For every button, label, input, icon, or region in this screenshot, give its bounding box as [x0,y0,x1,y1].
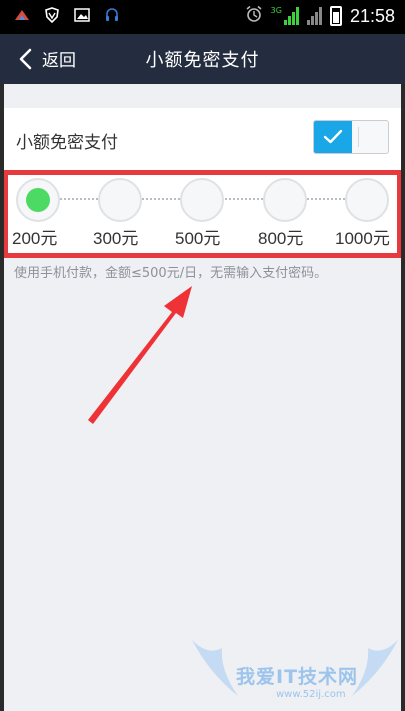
headset-icon [104,7,120,23]
signal-icon [283,7,299,25]
battery-icon [329,6,342,26]
alarm-icon [245,5,263,27]
status-bar: 3G 21:58 [0,0,405,34]
right-edge [401,84,405,711]
system-indicators: 3G 21:58 [245,5,395,27]
content-area: 小额免密支付 200元 300元 500元 800元 1000元 [0,84,405,711]
check-icon [323,129,343,144]
highlight-box [3,170,402,258]
clock: 21:58 [349,5,395,26]
toggle-on-indicator [314,121,352,153]
limit-description: 使用手机付款，金额≤500元/日，无需输入支付密码。 [14,266,328,281]
payment-toggle[interactable] [313,120,389,154]
toggle-track [358,127,382,147]
nav-bar: 返回 小额免密支付 [0,34,405,84]
left-edge [0,84,4,711]
notification-icons [14,7,120,24]
setting-label: 小额免密支付 [16,133,118,153]
image-icon [74,7,90,23]
network-type: 3G [270,5,282,15]
wifi-signal-icon [306,7,322,25]
app-icon [14,7,30,23]
watermark-text: 我爱IT技术网 [236,666,359,688]
watermark-url: www.52ij.com [276,689,346,700]
shield-icon [44,7,60,24]
page-title: 小额免密支付 [145,50,260,71]
